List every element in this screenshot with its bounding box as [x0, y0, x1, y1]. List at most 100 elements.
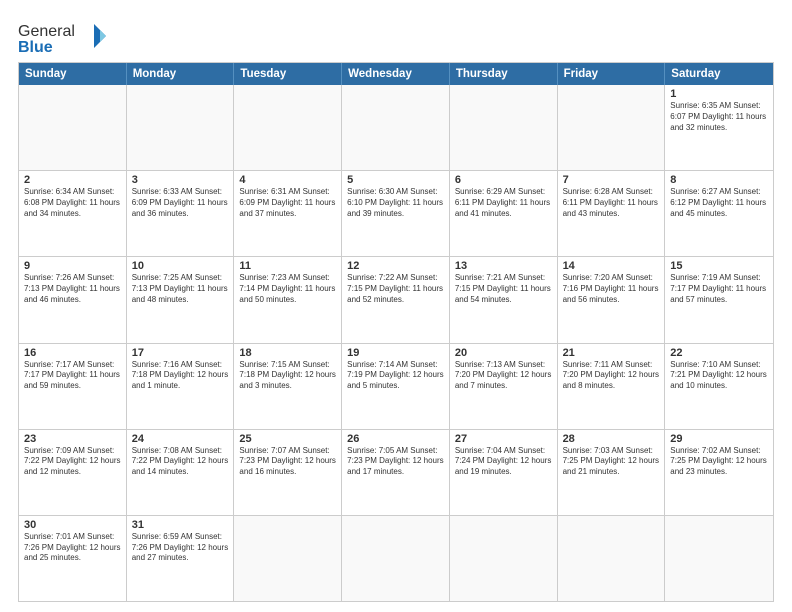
svg-text:General: General — [18, 23, 75, 40]
day-info: Sunrise: 7:25 AM Sunset: 7:13 PM Dayligh… — [132, 273, 229, 305]
svg-text:Blue: Blue — [18, 39, 53, 56]
day-number: 4 — [239, 174, 336, 186]
calendar-cell — [558, 85, 666, 170]
day-number: 31 — [132, 519, 229, 531]
calendar-cell: 30Sunrise: 7:01 AM Sunset: 7:26 PM Dayli… — [19, 516, 127, 601]
calendar-cell: 14Sunrise: 7:20 AM Sunset: 7:16 PM Dayli… — [558, 257, 666, 342]
day-number: 17 — [132, 347, 229, 359]
day-number: 19 — [347, 347, 444, 359]
day-header-friday: Friday — [558, 63, 666, 85]
calendar-row-2: 9Sunrise: 7:26 AM Sunset: 7:13 PM Daylig… — [19, 256, 773, 342]
calendar-body: 1Sunrise: 6:35 AM Sunset: 6:07 PM Daylig… — [19, 85, 773, 601]
day-header-monday: Monday — [127, 63, 235, 85]
day-number: 21 — [563, 347, 660, 359]
day-info: Sunrise: 6:35 AM Sunset: 6:07 PM Dayligh… — [670, 101, 768, 133]
day-number: 12 — [347, 260, 444, 272]
calendar-row-4: 23Sunrise: 7:09 AM Sunset: 7:22 PM Dayli… — [19, 429, 773, 515]
day-number: 5 — [347, 174, 444, 186]
day-number: 30 — [24, 519, 121, 531]
day-number: 6 — [455, 174, 552, 186]
day-info: Sunrise: 7:05 AM Sunset: 7:23 PM Dayligh… — [347, 446, 444, 478]
day-number: 8 — [670, 174, 768, 186]
calendar-cell: 19Sunrise: 7:14 AM Sunset: 7:19 PM Dayli… — [342, 344, 450, 429]
calendar-cell: 18Sunrise: 7:15 AM Sunset: 7:18 PM Dayli… — [234, 344, 342, 429]
calendar-cell — [19, 85, 127, 170]
day-info: Sunrise: 6:29 AM Sunset: 6:11 PM Dayligh… — [455, 187, 552, 219]
calendar-cell: 24Sunrise: 7:08 AM Sunset: 7:22 PM Dayli… — [127, 430, 235, 515]
calendar-cell: 3Sunrise: 6:33 AM Sunset: 6:09 PM Daylig… — [127, 171, 235, 256]
calendar-row-1: 2Sunrise: 6:34 AM Sunset: 6:08 PM Daylig… — [19, 170, 773, 256]
day-info: Sunrise: 7:21 AM Sunset: 7:15 PM Dayligh… — [455, 273, 552, 305]
day-info: Sunrise: 6:30 AM Sunset: 6:10 PM Dayligh… — [347, 187, 444, 219]
calendar-cell: 5Sunrise: 6:30 AM Sunset: 6:10 PM Daylig… — [342, 171, 450, 256]
calendar-cell: 8Sunrise: 6:27 AM Sunset: 6:12 PM Daylig… — [665, 171, 773, 256]
day-number: 11 — [239, 260, 336, 272]
calendar-cell: 25Sunrise: 7:07 AM Sunset: 7:23 PM Dayli… — [234, 430, 342, 515]
calendar-cell: 31Sunrise: 6:59 AM Sunset: 7:26 PM Dayli… — [127, 516, 235, 601]
day-number: 27 — [455, 433, 552, 445]
day-number: 3 — [132, 174, 229, 186]
day-number: 22 — [670, 347, 768, 359]
day-number: 1 — [670, 88, 768, 100]
calendar-cell — [450, 516, 558, 601]
day-info: Sunrise: 7:14 AM Sunset: 7:19 PM Dayligh… — [347, 360, 444, 392]
day-header-thursday: Thursday — [450, 63, 558, 85]
day-number: 15 — [670, 260, 768, 272]
calendar-row-5: 30Sunrise: 7:01 AM Sunset: 7:26 PM Dayli… — [19, 515, 773, 601]
calendar-cell: 9Sunrise: 7:26 AM Sunset: 7:13 PM Daylig… — [19, 257, 127, 342]
calendar-cell — [234, 85, 342, 170]
day-info: Sunrise: 6:33 AM Sunset: 6:09 PM Dayligh… — [132, 187, 229, 219]
day-header-sunday: Sunday — [19, 63, 127, 85]
calendar-cell: 23Sunrise: 7:09 AM Sunset: 7:22 PM Dayli… — [19, 430, 127, 515]
day-number: 20 — [455, 347, 552, 359]
calendar-cell: 17Sunrise: 7:16 AM Sunset: 7:18 PM Dayli… — [127, 344, 235, 429]
day-info: Sunrise: 6:34 AM Sunset: 6:08 PM Dayligh… — [24, 187, 121, 219]
day-number: 25 — [239, 433, 336, 445]
day-info: Sunrise: 7:15 AM Sunset: 7:18 PM Dayligh… — [239, 360, 336, 392]
day-info: Sunrise: 7:26 AM Sunset: 7:13 PM Dayligh… — [24, 273, 121, 305]
day-info: Sunrise: 7:11 AM Sunset: 7:20 PM Dayligh… — [563, 360, 660, 392]
day-info: Sunrise: 7:03 AM Sunset: 7:25 PM Dayligh… — [563, 446, 660, 478]
calendar: SundayMondayTuesdayWednesdayThursdayFrid… — [18, 62, 774, 602]
calendar-cell: 26Sunrise: 7:05 AM Sunset: 7:23 PM Dayli… — [342, 430, 450, 515]
day-info: Sunrise: 7:13 AM Sunset: 7:20 PM Dayligh… — [455, 360, 552, 392]
calendar-cell: 1Sunrise: 6:35 AM Sunset: 6:07 PM Daylig… — [665, 85, 773, 170]
page: General Blue SundayMondayTuesdayWednesda… — [0, 0, 792, 612]
day-number: 23 — [24, 433, 121, 445]
day-info: Sunrise: 7:04 AM Sunset: 7:24 PM Dayligh… — [455, 446, 552, 478]
calendar-cell: 28Sunrise: 7:03 AM Sunset: 7:25 PM Dayli… — [558, 430, 666, 515]
generalblue-logo-icon: General Blue — [18, 18, 108, 56]
day-info: Sunrise: 7:02 AM Sunset: 7:25 PM Dayligh… — [670, 446, 768, 478]
day-number: 9 — [24, 260, 121, 272]
day-number: 7 — [563, 174, 660, 186]
day-number: 10 — [132, 260, 229, 272]
calendar-cell — [665, 516, 773, 601]
day-header-saturday: Saturday — [665, 63, 773, 85]
day-info: Sunrise: 7:01 AM Sunset: 7:26 PM Dayligh… — [24, 532, 121, 564]
calendar-cell: 29Sunrise: 7:02 AM Sunset: 7:25 PM Dayli… — [665, 430, 773, 515]
calendar-cell: 4Sunrise: 6:31 AM Sunset: 6:09 PM Daylig… — [234, 171, 342, 256]
calendar-cell — [127, 85, 235, 170]
calendar-row-3: 16Sunrise: 7:17 AM Sunset: 7:17 PM Dayli… — [19, 343, 773, 429]
day-number: 18 — [239, 347, 336, 359]
calendar-cell: 2Sunrise: 6:34 AM Sunset: 6:08 PM Daylig… — [19, 171, 127, 256]
day-info: Sunrise: 7:22 AM Sunset: 7:15 PM Dayligh… — [347, 273, 444, 305]
calendar-cell: 13Sunrise: 7:21 AM Sunset: 7:15 PM Dayli… — [450, 257, 558, 342]
calendar-cell: 16Sunrise: 7:17 AM Sunset: 7:17 PM Dayli… — [19, 344, 127, 429]
day-header-tuesday: Tuesday — [234, 63, 342, 85]
day-number: 28 — [563, 433, 660, 445]
calendar-cell: 27Sunrise: 7:04 AM Sunset: 7:24 PM Dayli… — [450, 430, 558, 515]
day-info: Sunrise: 7:17 AM Sunset: 7:17 PM Dayligh… — [24, 360, 121, 392]
calendar-cell — [234, 516, 342, 601]
day-info: Sunrise: 7:10 AM Sunset: 7:21 PM Dayligh… — [670, 360, 768, 392]
calendar-cell — [342, 516, 450, 601]
calendar-cell — [342, 85, 450, 170]
day-number: 16 — [24, 347, 121, 359]
day-number: 13 — [455, 260, 552, 272]
calendar-cell: 6Sunrise: 6:29 AM Sunset: 6:11 PM Daylig… — [450, 171, 558, 256]
day-info: Sunrise: 6:28 AM Sunset: 6:11 PM Dayligh… — [563, 187, 660, 219]
calendar-cell: 21Sunrise: 7:11 AM Sunset: 7:20 PM Dayli… — [558, 344, 666, 429]
day-number: 29 — [670, 433, 768, 445]
day-info: Sunrise: 7:07 AM Sunset: 7:23 PM Dayligh… — [239, 446, 336, 478]
day-header-wednesday: Wednesday — [342, 63, 450, 85]
